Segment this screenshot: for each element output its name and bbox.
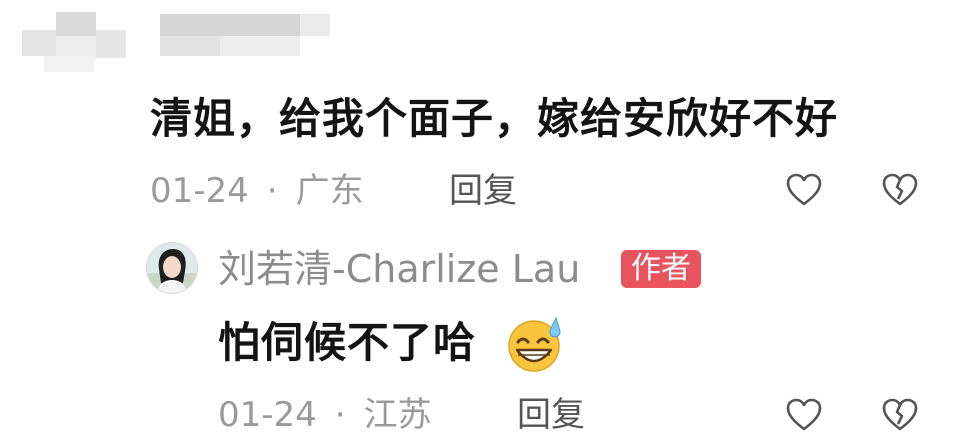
author-name[interactable]: 刘若清-Charlize Lau — [218, 250, 580, 288]
grinning-sweat-emoji — [504, 314, 568, 374]
meta-separator: · — [266, 171, 278, 211]
broken-heart-icon — [882, 173, 918, 206]
reply-date: 01-24 — [218, 395, 317, 435]
blurred-username[interactable] — [160, 14, 330, 58]
dislike-button[interactable] — [882, 173, 918, 207]
author-badge: 作者 — [621, 250, 701, 288]
heart-outline-icon — [786, 398, 822, 431]
reply-reply-button[interactable]: 回复 — [517, 398, 585, 432]
meta-separator: · — [334, 395, 346, 435]
comment-date: 01-24 — [150, 171, 249, 211]
broken-heart-icon — [882, 398, 918, 431]
comment-location: 广东 — [295, 171, 364, 211]
reply-like-button[interactable] — [786, 398, 822, 432]
reply-location: 江苏 — [363, 395, 432, 435]
like-button[interactable] — [786, 173, 822, 207]
author-avatar-image — [147, 243, 197, 293]
blurred-avatar[interactable] — [22, 12, 140, 72]
comment-meta: 01-24 · 广东 — [150, 174, 364, 208]
reply-button[interactable]: 回复 — [449, 174, 517, 208]
reply-dislike-button[interactable] — [882, 398, 918, 432]
heart-outline-icon — [786, 173, 822, 206]
reply-meta: 01-24 · 江苏 — [218, 398, 432, 432]
comment-text: 清姐，给我个面子，嫁给安欣好不好 — [150, 94, 839, 143]
author-avatar[interactable] — [146, 242, 198, 294]
reply-text: 怕伺候不了哈 — [218, 318, 477, 367]
